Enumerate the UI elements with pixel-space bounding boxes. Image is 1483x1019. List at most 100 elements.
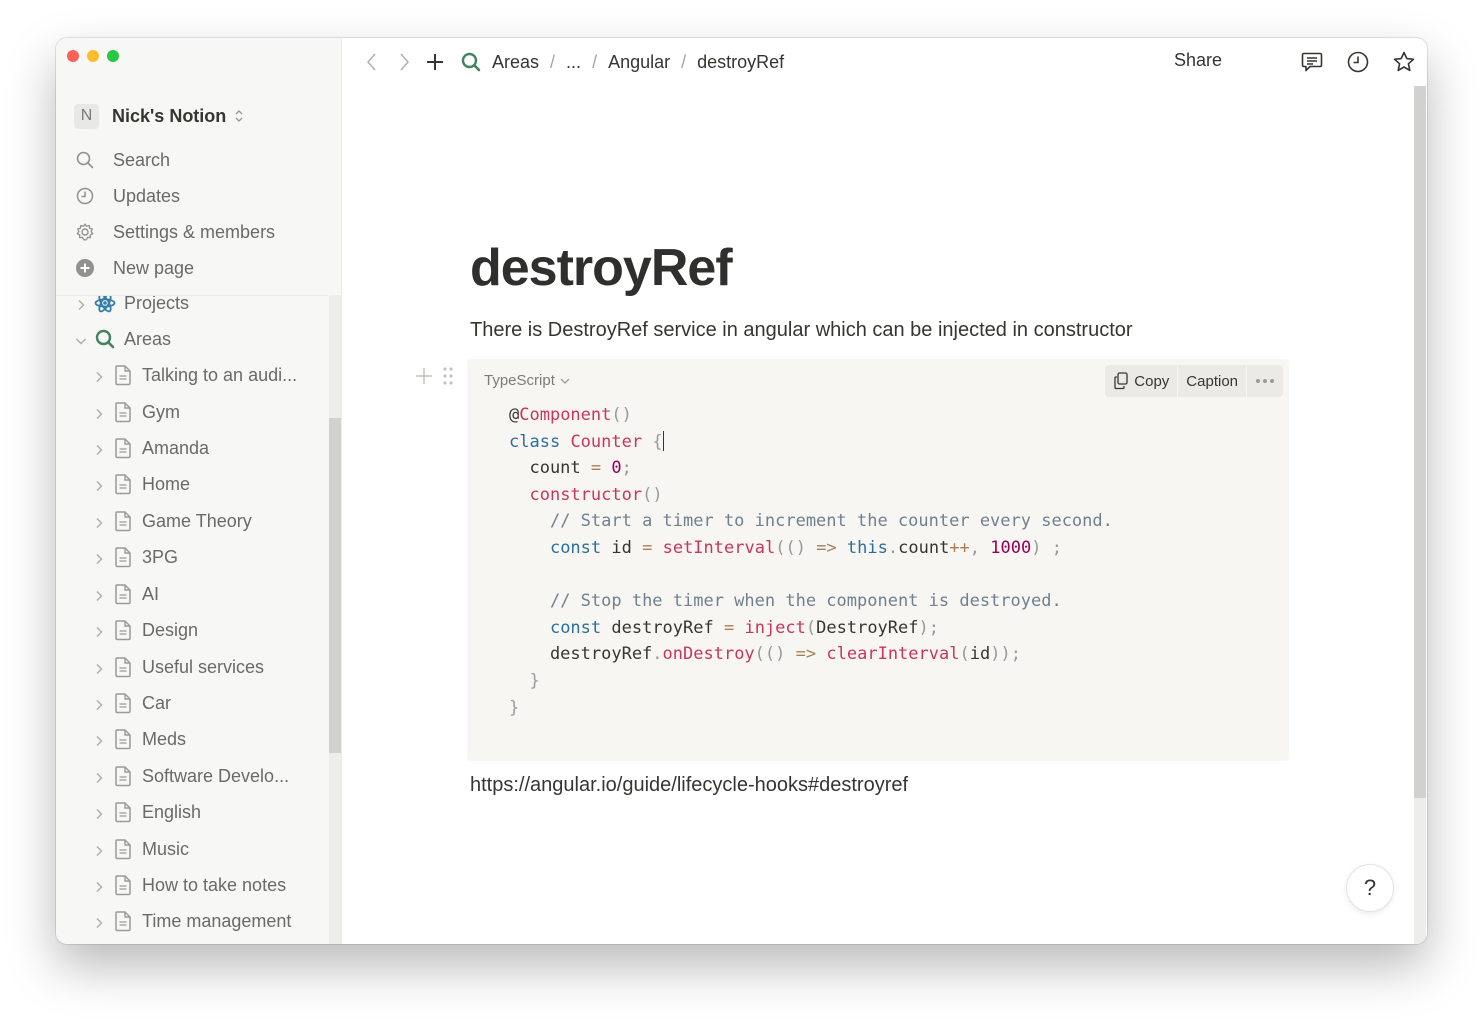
- sidebar-tree-item[interactable]: Areas: [74, 325, 171, 353]
- sidebar-tree-item[interactable]: Car: [92, 689, 171, 717]
- page-icon: [112, 728, 134, 750]
- sidebar-tree-item-label: Areas: [124, 328, 172, 349]
- sidebar-tree-item[interactable]: Gym: [92, 398, 180, 426]
- chevron-right-icon[interactable]: [92, 550, 106, 565]
- zoom-window-button[interactable]: [107, 50, 119, 62]
- doc-link[interactable]: https://angular.io/guide/lifecycle-hooks…: [470, 774, 908, 797]
- chevron-right-icon[interactable]: [92, 441, 106, 456]
- sidebar-tree-item[interactable]: Time management: [92, 907, 291, 935]
- chevron-right-icon[interactable]: [92, 805, 106, 820]
- chevron-left-icon: [366, 53, 376, 71]
- chevron-right-icon[interactable]: [92, 878, 106, 893]
- chevron-down-icon: [560, 378, 570, 384]
- plus-circle-icon: [76, 259, 94, 277]
- chevron-right-icon[interactable]: [92, 587, 106, 602]
- chevron-right-icon[interactable]: [92, 514, 106, 529]
- sidebar-item-search[interactable]: Search: [74, 142, 275, 178]
- page-icon: [112, 546, 134, 568]
- sidebar-tree-item[interactable]: How to take notes: [92, 871, 286, 899]
- topbar: Areas / ... / Angular / destroyRef Share: [342, 38, 1427, 86]
- language-selector[interactable]: TypeScript: [484, 372, 570, 389]
- sidebar-tree-item[interactable]: Home: [92, 470, 190, 498]
- text-cursor: [662, 430, 665, 451]
- forward-button[interactable]: [392, 50, 416, 74]
- code-content[interactable]: @Component() class Counter { count = 0; …: [509, 402, 1113, 721]
- comment-icon: [1301, 52, 1323, 72]
- sidebar-tree-item[interactable]: Talking to an audi...: [92, 361, 297, 389]
- help-button[interactable]: ?: [1346, 864, 1394, 912]
- sidebar-tree-item[interactable]: Meds: [92, 725, 186, 753]
- chevron-down-icon[interactable]: [74, 332, 88, 346]
- drag-handle-icon[interactable]: [442, 366, 454, 386]
- page-icon: [112, 583, 134, 605]
- code-more-button[interactable]: [1247, 365, 1283, 397]
- share-button[interactable]: Share: [1174, 50, 1222, 71]
- favorite-button[interactable]: [1391, 49, 1417, 75]
- breadcrumb-item-current[interactable]: destroyRef: [697, 52, 784, 73]
- workspace-switcher[interactable]: N Nick's Notion: [74, 102, 244, 130]
- chevron-right-icon[interactable]: [92, 732, 106, 747]
- breadcrumb-item-areas[interactable]: Areas: [492, 52, 539, 73]
- sidebar-tree-item[interactable]: AI: [92, 580, 159, 608]
- chevron-right-icon[interactable]: [92, 769, 106, 784]
- page-icon: [112, 765, 134, 787]
- more-horizontal-icon: [1256, 379, 1274, 383]
- language-label: TypeScript: [484, 372, 555, 389]
- sidebar-tree-item-label: English: [142, 801, 202, 822]
- sidebar-tree-item[interactable]: 3PG: [92, 543, 178, 571]
- chevron-right-icon[interactable]: [92, 477, 106, 492]
- new-page-button[interactable]: [423, 50, 447, 74]
- sidebar-tree-item[interactable]: Useful services: [92, 653, 264, 681]
- sidebar-tree-item-label: 3PG: [142, 546, 179, 567]
- sidebar-tree-item-label: Amanda: [142, 437, 210, 458]
- sidebar-tree-item[interactable]: Projects: [74, 295, 190, 317]
- block-handles: [414, 366, 454, 386]
- chevron-right-icon[interactable]: [92, 914, 106, 929]
- sidebar-item-label: Updates: [113, 185, 181, 206]
- sidebar-tree-item[interactable]: Game Theory: [92, 507, 252, 535]
- updates-history-button[interactable]: [1345, 49, 1371, 75]
- minimize-window-button[interactable]: [87, 50, 99, 62]
- search-icon: [94, 328, 116, 350]
- sidebar-tree-item-label: Music: [142, 838, 190, 859]
- copy-button[interactable]: Copy: [1105, 365, 1179, 397]
- page-icon: [112, 838, 134, 860]
- sidebar-tree-item[interactable]: Music: [92, 835, 189, 863]
- sidebar-scrollbar-thumb[interactable]: [329, 418, 341, 753]
- code-block[interactable]: TypeScript Copy Caption @Component() cla…: [467, 359, 1289, 761]
- add-block-icon[interactable]: [414, 366, 434, 386]
- chevron-right-icon[interactable]: [92, 623, 106, 638]
- sidebar-item-new-page[interactable]: New page: [74, 250, 275, 286]
- sidebar-item-updates[interactable]: Updates: [74, 178, 275, 214]
- sidebar-tree-item[interactable]: English: [92, 798, 201, 826]
- code-toolbar: Copy Caption: [1105, 365, 1283, 397]
- sidebar-tree-item-label: Gym: [142, 401, 180, 422]
- sidebar-item-settings[interactable]: Settings & members: [74, 214, 275, 250]
- comments-button[interactable]: [1299, 49, 1325, 75]
- sidebar: N Nick's Notion Search Updates Settings …: [56, 38, 342, 944]
- breadcrumb-item-ellipsis[interactable]: ...: [566, 52, 581, 73]
- chevron-right-icon[interactable]: [92, 368, 106, 383]
- clock-icon: [1347, 51, 1369, 73]
- sidebar-tree-item[interactable]: Amanda: [92, 434, 209, 462]
- back-button[interactable]: [360, 50, 384, 74]
- page-description[interactable]: There is DestroyRef service in angular w…: [470, 319, 1133, 342]
- sidebar-tree-item-label: Meds: [142, 728, 187, 749]
- chevron-right-icon[interactable]: [92, 842, 106, 857]
- sidebar-tree-item-label: Projects: [124, 295, 190, 313]
- page-title[interactable]: destroyRef: [470, 238, 733, 298]
- chevron-right-icon[interactable]: [92, 660, 106, 675]
- clock-icon: [76, 187, 94, 205]
- page-icon: [112, 692, 134, 714]
- main-scrollbar-thumb[interactable]: [1414, 86, 1426, 798]
- caption-button[interactable]: Caption: [1178, 365, 1247, 397]
- chevron-right-icon[interactable]: [92, 696, 106, 711]
- close-window-button[interactable]: [67, 50, 79, 62]
- breadcrumb-item-angular[interactable]: Angular: [608, 52, 670, 73]
- chevron-right-icon[interactable]: [74, 296, 88, 311]
- workspace-name: Nick's Notion: [112, 105, 227, 126]
- chevron-right-icon[interactable]: [92, 405, 106, 420]
- sidebar-tree-item[interactable]: Software Develo...: [92, 762, 289, 790]
- sidebar-tree-item[interactable]: Design: [92, 616, 198, 644]
- page-icon: [112, 801, 134, 823]
